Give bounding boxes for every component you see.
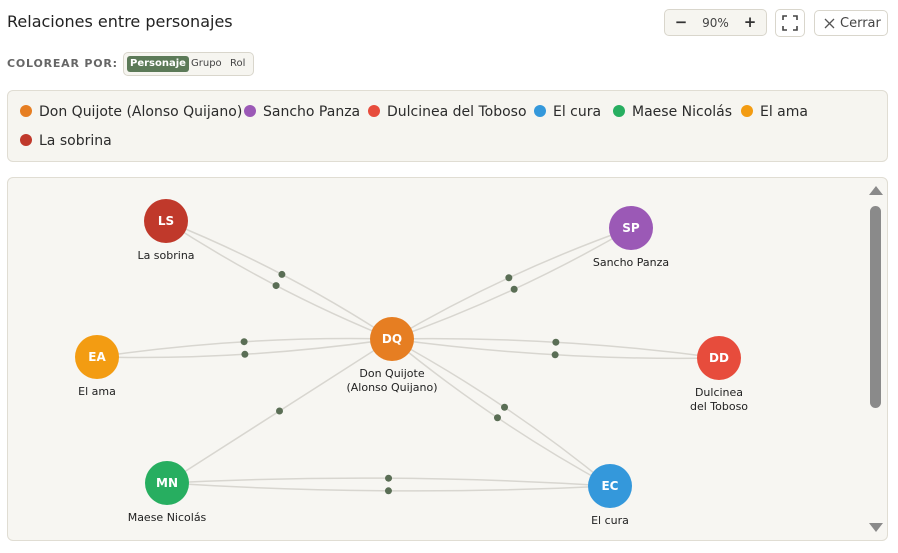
legend-item: Don Quijote (Alonso Quijano) xyxy=(20,104,242,120)
relation-edge[interactable] xyxy=(391,227,632,340)
node-abbreviation: SP xyxy=(622,221,640,235)
character-node-ec[interactable]: EC El cura xyxy=(588,464,632,527)
edge-marker[interactable] xyxy=(501,403,509,411)
legend-item: El cura xyxy=(534,104,601,120)
color-by-option-grupo[interactable]: Grupo xyxy=(188,56,225,72)
page-title: Relaciones entre personajes xyxy=(7,12,233,31)
scroll-up-arrow-icon[interactable] xyxy=(868,184,884,196)
close-label: Cerrar xyxy=(840,16,881,31)
node-name-label: del Toboso xyxy=(690,400,748,413)
color-by-label: COLOREAR POR: xyxy=(7,57,118,70)
character-node-ls[interactable]: LS La sobrina xyxy=(137,199,195,262)
node-abbreviation: DQ xyxy=(382,332,402,346)
character-node-ea[interactable]: EA El ama xyxy=(75,335,119,398)
character-node-dq[interactable]: DQ Don Quijote(Alonso Quijano) xyxy=(346,317,438,394)
relation-edge[interactable] xyxy=(391,338,611,487)
legend-label: El cura xyxy=(553,104,602,120)
fullscreen-icon xyxy=(782,15,798,31)
edge-marker[interactable] xyxy=(510,285,518,293)
legend-label: La sobrina xyxy=(39,133,112,149)
legend-label: Dulcinea del Toboso xyxy=(387,104,527,120)
edge-marker[interactable] xyxy=(240,338,248,346)
legend-label: Sancho Panza xyxy=(263,104,361,120)
edge-marker[interactable] xyxy=(385,474,393,482)
legend-dot xyxy=(368,105,380,117)
scrollbar-thumb[interactable] xyxy=(870,206,881,408)
edge-marker[interactable] xyxy=(272,282,280,290)
character-node-mn[interactable]: MN Maese Nicolás xyxy=(128,461,207,524)
node-name-label: Maese Nicolás xyxy=(128,511,207,524)
fullscreen-button[interactable] xyxy=(775,9,805,37)
color-by-toggle: Personaje Grupo Rol xyxy=(123,52,254,76)
edge-marker[interactable] xyxy=(552,338,560,346)
zoom-level: 90% xyxy=(702,16,729,30)
edge-marker[interactable] xyxy=(276,407,283,415)
network-canvas[interactable]: DQ Don Quijote(Alonso Quijano) SP Sancho Pa… xyxy=(8,178,888,541)
relationship-graph[interactable]: DQ Don Quijote (Alonso Quijano) SP Sancho Pa… xyxy=(7,177,888,541)
edge-marker[interactable] xyxy=(505,274,513,282)
character-node-dd[interactable]: DD Dulcineadel Toboso xyxy=(690,336,748,413)
legend-dot xyxy=(741,105,753,117)
scroll-down-arrow-icon[interactable] xyxy=(868,522,884,534)
legend-item: La sobrina xyxy=(20,133,112,149)
edge-marker[interactable] xyxy=(384,487,392,495)
legend-label: El ama xyxy=(760,104,808,120)
legend-item: Sancho Panza xyxy=(244,104,360,120)
node-name-label: El ama xyxy=(78,385,116,398)
node-abbreviation: MN xyxy=(156,476,178,490)
node-abbreviation: EC xyxy=(601,479,618,493)
node-name-label: (Alonso Quijano) xyxy=(346,381,437,394)
node-name-label: El cura xyxy=(591,514,629,527)
edge-marker[interactable] xyxy=(241,350,249,358)
node-abbreviation: EA xyxy=(88,350,106,364)
edge-marker[interactable] xyxy=(493,414,501,422)
legend-item: Maese Nicolás xyxy=(613,104,732,120)
legend-item: El ama xyxy=(741,104,808,120)
color-by-option-personaje[interactable]: Personaje xyxy=(127,56,189,72)
legend: Don Quijote (Alonso Quijano) Sancho Panz… xyxy=(7,90,888,162)
relation-edge[interactable] xyxy=(165,220,393,340)
legend-dot xyxy=(20,134,32,146)
zoom-control: − 90% + xyxy=(664,9,767,36)
node-name-label: La sobrina xyxy=(137,249,194,262)
legend-item: Dulcinea del Toboso xyxy=(368,104,527,120)
edge-marker[interactable] xyxy=(278,270,286,278)
legend-dot xyxy=(613,105,625,117)
node-abbreviation: LS xyxy=(158,214,174,228)
legend-dot xyxy=(534,105,546,117)
close-icon xyxy=(824,18,835,29)
node-name-label: Don Quijote xyxy=(359,367,424,380)
legend-dot xyxy=(20,105,32,117)
legend-label: Don Quijote (Alonso Quijano) xyxy=(39,104,243,120)
node-name-label: Dulcinea xyxy=(695,386,743,399)
edge-marker[interactable] xyxy=(551,351,559,359)
zoom-out-button[interactable]: − xyxy=(671,13,691,33)
color-by-option-rol[interactable]: Rol xyxy=(227,56,248,72)
relation-edge[interactable] xyxy=(165,220,393,340)
zoom-in-button[interactable]: + xyxy=(740,13,760,33)
relation-edge[interactable] xyxy=(391,227,632,340)
legend-dot xyxy=(244,105,256,117)
legend-label: Maese Nicolás xyxy=(632,104,733,120)
node-name-label: Sancho Panza xyxy=(593,256,669,269)
close-button[interactable]: Cerrar xyxy=(814,10,888,36)
relation-edge[interactable] xyxy=(391,338,611,487)
node-abbreviation: DD xyxy=(709,351,729,365)
